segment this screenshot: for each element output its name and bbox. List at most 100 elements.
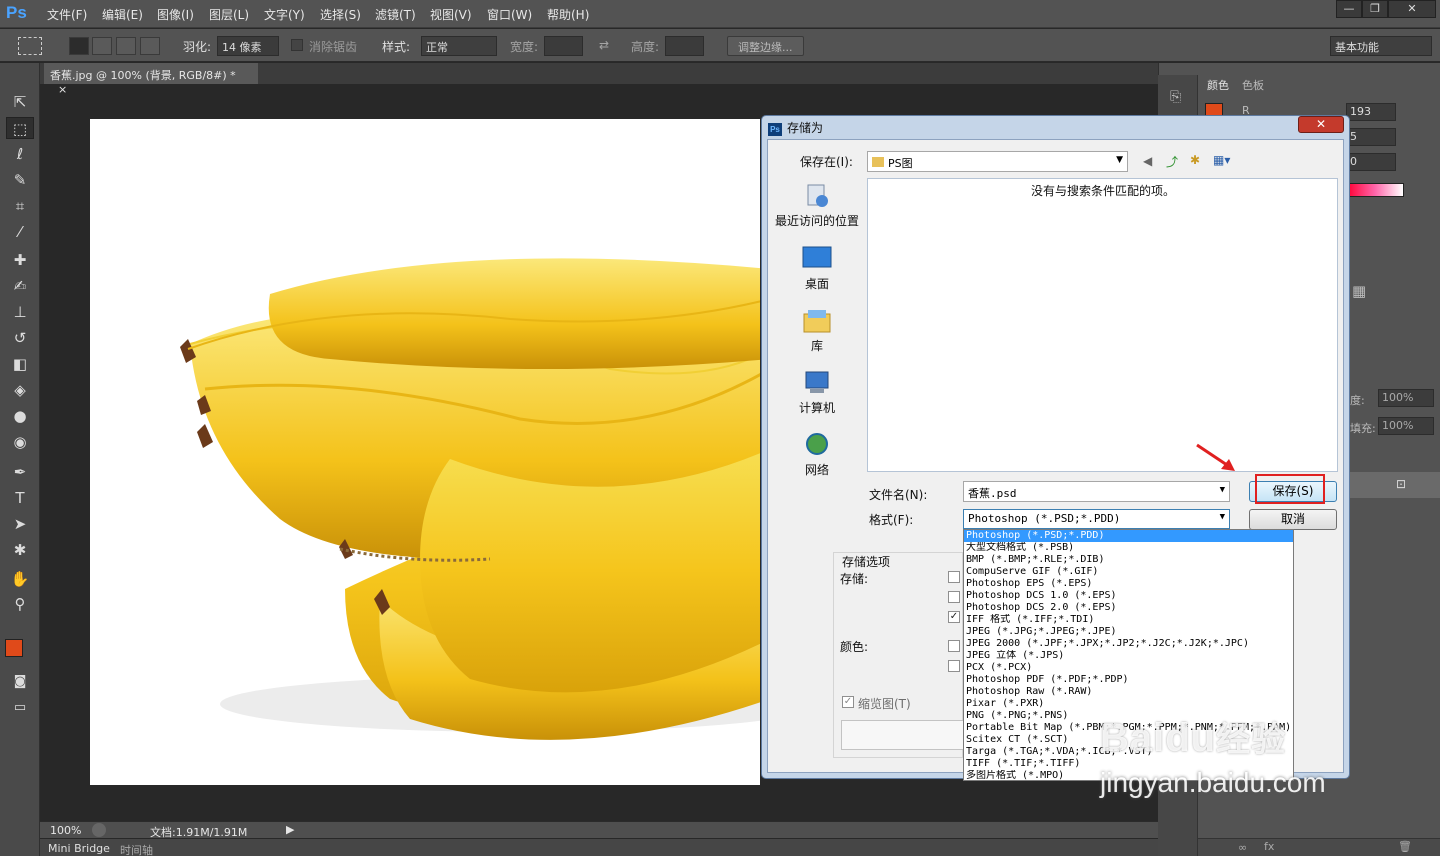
link-icon[interactable]: ∞ [1238, 841, 1247, 854]
opacity-field[interactable]: 100% [1378, 389, 1434, 407]
zoom-tool-icon[interactable]: ⚲ [6, 593, 34, 615]
antialias-checkbox[interactable] [291, 39, 303, 51]
history-icon[interactable]: ⎘ [1170, 89, 1181, 105]
trash-icon[interactable]: 🗑 [1398, 840, 1412, 853]
fx-icon[interactable]: fx [1264, 840, 1274, 853]
format-option[interactable]: CompuServe GIF (*.GIF) [964, 566, 1293, 578]
refine-edge-button[interactable]: 调整边缘... [727, 36, 804, 56]
close-app-button[interactable]: ✕ [1388, 0, 1436, 18]
dodge-tool-icon[interactable]: ◉ [6, 431, 34, 453]
menu-file[interactable]: 文件(F) [47, 6, 87, 23]
pen-tool-icon[interactable]: ✒ [6, 461, 34, 483]
format-option[interactable]: Photoshop (*.PSD;*.PDD) [964, 530, 1293, 542]
quick-mask-icon[interactable]: ◙ [6, 671, 34, 693]
screen-mode-icon[interactable]: ▭ [6, 697, 34, 719]
menu-view[interactable]: 视图(V) [430, 6, 472, 23]
format-option[interactable]: Photoshop DCS 1.0 (*.EPS) [964, 590, 1293, 602]
thumbnail-checkbox[interactable]: ✓ [842, 696, 854, 708]
document-canvas[interactable] [90, 119, 760, 785]
menu-type[interactable]: 文字(Y) [264, 6, 305, 23]
cancel-button[interactable]: 取消 [1249, 509, 1337, 530]
filename-dropdown-icon[interactable]: ▼ [1220, 485, 1225, 495]
color-ramp[interactable] [1346, 183, 1404, 197]
format-select[interactable]: Photoshop (*.PSD;*.PDD) ▼ [963, 509, 1230, 529]
fill-field[interactable]: 100% [1378, 417, 1434, 435]
format-option[interactable]: Photoshop PDF (*.PDF;*.PDP) [964, 674, 1293, 686]
menu-layer[interactable]: 图层(L) [209, 6, 249, 23]
tab-mini-bridge[interactable]: Mini Bridge [48, 842, 110, 855]
save-in-select[interactable]: PS图 ▼ [867, 151, 1128, 172]
eyedropper-icon[interactable]: ⁄ [6, 221, 34, 243]
menu-window[interactable]: 窗口(W) [487, 6, 532, 23]
store-option-checkbox[interactable] [948, 571, 960, 583]
restore-button[interactable]: ❐ [1362, 0, 1388, 18]
tab-swatches[interactable]: 色板 [1242, 77, 1264, 93]
filename-input[interactable]: 香蕉.psd ▼ [963, 481, 1230, 502]
add-selection-icon[interactable] [92, 37, 112, 55]
store-option-checkbox[interactable] [948, 591, 960, 603]
menu-select[interactable]: 选择(S) [320, 6, 361, 23]
path-select-icon[interactable]: ➤ [6, 513, 34, 535]
move-tool-icon[interactable]: ⇱ [6, 91, 34, 113]
place-network[interactable]: 网络 [771, 432, 863, 478]
workspace-select[interactable]: 基本功能 [1330, 36, 1432, 56]
format-option[interactable]: 大型文档格式 (*.PSB) [964, 542, 1293, 554]
brush-tool-icon[interactable]: ✍ [6, 275, 34, 297]
b-value-field[interactable]: 0 [1346, 153, 1396, 171]
format-option[interactable]: IFF 格式 (*.IFF;*.TDI) [964, 614, 1293, 626]
up-folder-icon[interactable]: ⤴ [1166, 153, 1178, 170]
back-icon[interactable]: ◀ [1143, 154, 1152, 168]
hand-tool-icon[interactable]: ✋ [6, 568, 34, 590]
format-option[interactable]: Photoshop Raw (*.RAW) [964, 686, 1293, 698]
format-option[interactable]: BMP (*.BMP;*.RLE;*.DIB) [964, 554, 1293, 566]
format-option[interactable]: PCX (*.PCX) [964, 662, 1293, 674]
blur-tool-icon[interactable]: ● [6, 405, 34, 427]
height-input[interactable] [665, 36, 704, 56]
intersect-selection-icon[interactable] [140, 37, 160, 55]
menu-image[interactable]: 图像(I) [157, 6, 194, 23]
place-desktop[interactable]: 桌面 [771, 246, 863, 292]
format-option[interactable]: JPEG 立体 (*.JPS) [964, 650, 1293, 662]
view-menu-icon[interactable]: ▦▾ [1213, 153, 1230, 167]
marquee-preset-icon[interactable] [18, 37, 42, 55]
grid-icon[interactable]: ▦ [1352, 282, 1366, 300]
quick-select-icon[interactable]: ✎ [6, 169, 34, 191]
lasso-tool-icon[interactable]: ℓ [6, 143, 34, 165]
swap-icon[interactable]: ⇄ [599, 38, 609, 52]
eraser-icon[interactable]: ◧ [6, 353, 34, 375]
tab-color[interactable]: 颜色 [1207, 77, 1229, 93]
style-select[interactable]: 正常 [421, 36, 497, 56]
type-tool-icon[interactable]: T [6, 487, 34, 509]
format-option[interactable]: JPEG 2000 (*.JPF;*.JPX;*.JP2;*.J2C;*.J2K… [964, 638, 1293, 650]
menu-help[interactable]: 帮助(H) [547, 6, 589, 23]
dialog-close-button[interactable]: ✕ [1298, 116, 1344, 133]
crop-tool-icon[interactable]: ⌗ [6, 195, 34, 217]
zoom-level[interactable]: 100% [50, 824, 81, 837]
healing-brush-icon[interactable]: ✚ [6, 249, 34, 271]
format-option[interactable]: Pixar (*.PXR) [964, 698, 1293, 710]
marquee-tool-icon[interactable]: ⬚ [6, 117, 34, 139]
g-value-field[interactable]: 5 [1346, 128, 1396, 146]
shape-tool-icon[interactable]: ✱ [6, 539, 34, 561]
new-folder-icon[interactable]: ✱ [1190, 153, 1200, 167]
store-option-checkbox-checked[interactable]: ✓ [948, 611, 960, 623]
format-option[interactable]: JPEG (*.JPG;*.JPEG;*.JPE) [964, 626, 1293, 638]
menu-edit[interactable]: 编辑(E) [102, 6, 143, 23]
file-list[interactable]: 没有与搜索条件匹配的项。 [867, 178, 1338, 472]
width-input[interactable] [544, 36, 583, 56]
paint-bucket-icon[interactable]: ◈ [6, 379, 34, 401]
subtract-selection-icon[interactable] [116, 37, 136, 55]
history-brush-icon[interactable]: ↺ [6, 327, 34, 349]
place-computer[interactable]: 计算机 [771, 370, 863, 416]
color-option-checkbox[interactable] [948, 660, 960, 672]
place-library[interactable]: 库 [771, 308, 863, 354]
new-selection-icon[interactable] [69, 37, 89, 55]
foreground-color-swatch[interactable] [5, 639, 23, 657]
format-option[interactable]: Photoshop DCS 2.0 (*.EPS) [964, 602, 1293, 614]
status-info-icon[interactable] [92, 823, 106, 837]
format-option[interactable]: Photoshop EPS (*.EPS) [964, 578, 1293, 590]
document-tab-close-icon[interactable]: × [58, 83, 67, 96]
status-arrow-icon[interactable]: ▶ [286, 823, 294, 836]
document-tab[interactable]: 香蕉.jpg @ 100% (背景, RGB/8#) * × [44, 63, 258, 96]
menu-filter[interactable]: 滤镜(T) [375, 6, 416, 23]
